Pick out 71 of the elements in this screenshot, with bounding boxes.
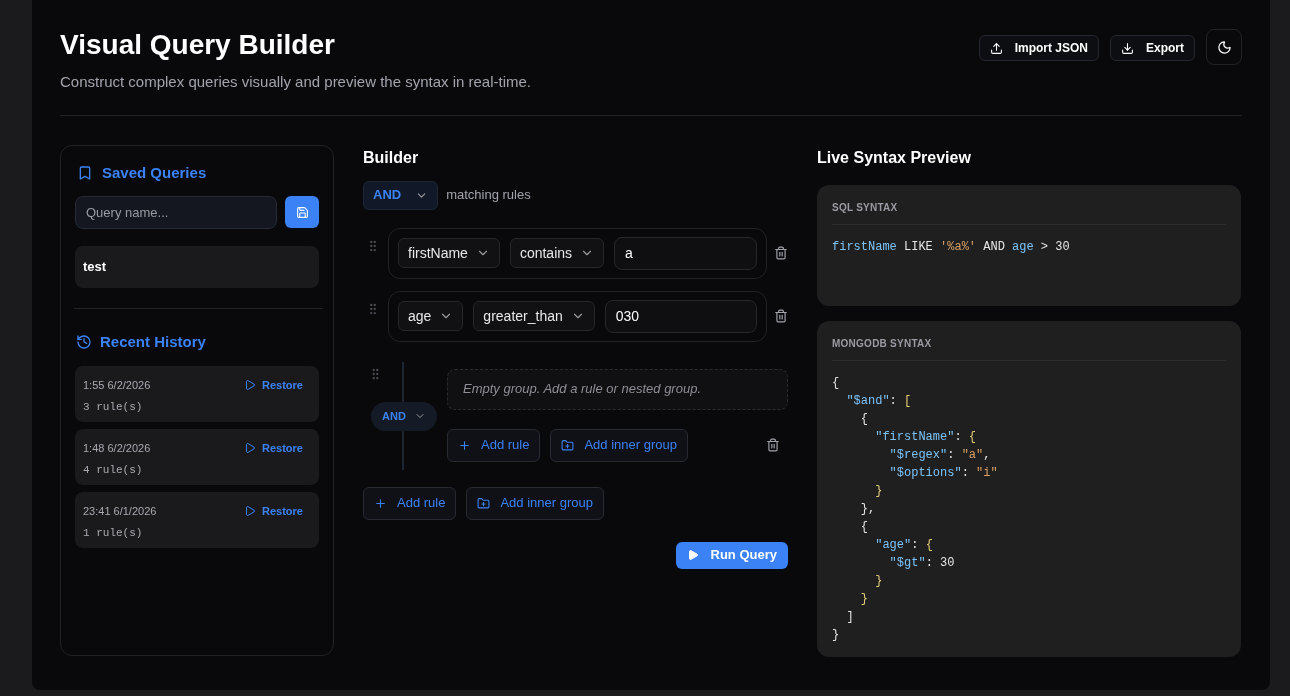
saved-queries-heading: Saved Queries bbox=[102, 162, 207, 183]
field-select[interactable]: age bbox=[398, 301, 464, 331]
add-rule-button[interactable]: Add rule bbox=[363, 486, 457, 520]
code-line: "age": { bbox=[874, 536, 933, 554]
matching-rules-label: matching rules bbox=[446, 186, 531, 205]
theme-toggle-button[interactable] bbox=[1206, 29, 1242, 65]
empty-group-notice: Empty group. Add a rule or nested group. bbox=[447, 368, 788, 410]
export-button[interactable]: Export bbox=[1110, 35, 1195, 61]
save-button[interactable] bbox=[285, 196, 319, 228]
code-line: "firstName": { bbox=[874, 428, 977, 446]
add-rule-button[interactable]: Add rule bbox=[447, 428, 541, 462]
combinator-select[interactable]: AND bbox=[363, 180, 439, 210]
operator-select[interactable]: contains bbox=[509, 238, 605, 268]
panel-label: SQL SYNTAX bbox=[832, 199, 1226, 225]
moon-icon bbox=[1216, 39, 1232, 55]
trash-icon[interactable] bbox=[774, 246, 788, 260]
folder-plus-icon bbox=[561, 438, 575, 452]
restore-link[interactable]: Restore bbox=[244, 439, 303, 456]
builder-heading: Builder bbox=[363, 147, 420, 168]
code-line: }, bbox=[859, 500, 876, 518]
plus-icon bbox=[458, 438, 471, 452]
code-line: { bbox=[859, 518, 868, 536]
query-name-field[interactable]: Query name... bbox=[75, 196, 277, 229]
code-line: "$gt": 30 bbox=[888, 554, 955, 572]
add-group-button[interactable]: Add inner group bbox=[466, 486, 604, 520]
import-button[interactable]: Import JSON bbox=[978, 35, 1099, 61]
operator-select[interactable]: greater_than bbox=[473, 301, 595, 331]
code-line: } bbox=[859, 590, 868, 608]
add-group-button[interactable]: Add inner group bbox=[550, 428, 688, 462]
play-icon bbox=[244, 504, 257, 517]
rule-count: 1 rule(s) bbox=[83, 526, 144, 541]
preview-heading: Live Syntax Preview bbox=[817, 147, 972, 168]
field-select[interactable]: firstName bbox=[398, 238, 500, 268]
restore-link[interactable]: Restore bbox=[244, 502, 303, 519]
trash-icon[interactable] bbox=[766, 438, 780, 452]
code-line: ] bbox=[845, 608, 854, 626]
play-icon bbox=[244, 441, 257, 454]
code-line: } bbox=[874, 482, 883, 500]
upload-icon bbox=[989, 41, 1003, 55]
folder-plus-icon bbox=[477, 496, 491, 510]
code-line: firstName LIKE '%a%' AND age > 30 bbox=[832, 238, 1070, 256]
value-field[interactable]: a bbox=[614, 236, 757, 270]
bookmark-icon bbox=[77, 164, 93, 181]
play-icon bbox=[686, 549, 699, 561]
play-icon bbox=[244, 378, 257, 391]
saved-query-item[interactable]: test bbox=[75, 246, 319, 288]
code-line: { bbox=[859, 410, 868, 428]
code-line: } bbox=[832, 626, 840, 644]
history-time: 23:41 6/1/2026 bbox=[83, 503, 157, 519]
recent-history-heading: Recent History bbox=[100, 332, 206, 352]
plus-icon bbox=[374, 496, 387, 510]
page-title: Visual Query Builder bbox=[60, 28, 336, 62]
code-line: "$options": "i" bbox=[888, 464, 998, 482]
restore-link[interactable]: Restore bbox=[244, 376, 303, 393]
run-query-button[interactable]: Run Query bbox=[675, 541, 788, 569]
history-time: 1:55 6/2/2026 bbox=[83, 377, 151, 393]
group-combinator-select[interactable]: AND bbox=[371, 401, 437, 431]
value-field[interactable]: 030 bbox=[604, 299, 757, 333]
rule-count: 3 rule(s) bbox=[83, 400, 144, 415]
code-line: "$and": [ bbox=[845, 392, 912, 410]
trash-icon[interactable] bbox=[774, 309, 788, 323]
rule-count: 4 rule(s) bbox=[83, 463, 144, 478]
save-icon bbox=[295, 205, 309, 219]
code-line: "$regex": "a", bbox=[888, 446, 991, 464]
code-line: { bbox=[832, 374, 840, 392]
panel-label: MONGODB SYNTAX bbox=[832, 335, 1226, 361]
code-line: } bbox=[874, 572, 883, 590]
history-icon bbox=[76, 334, 92, 351]
download-icon bbox=[1121, 41, 1134, 55]
history-time: 1:48 6/2/2026 bbox=[83, 440, 151, 456]
page-subtitle: Construct complex queries visually and preview the syntax in real-time. bbox=[60, 72, 532, 92]
